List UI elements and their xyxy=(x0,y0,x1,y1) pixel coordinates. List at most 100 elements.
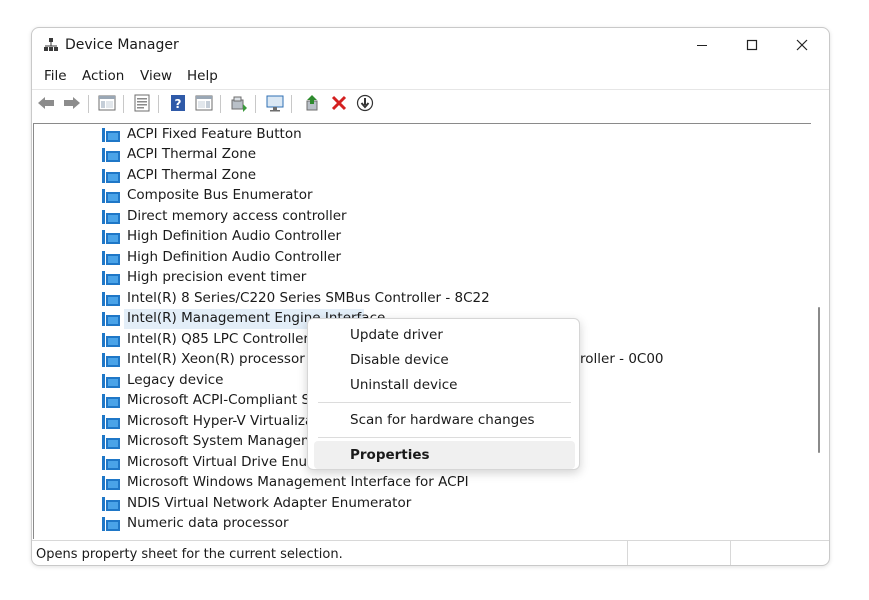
toolbar-separator xyxy=(220,95,221,113)
system-device-icon xyxy=(102,476,120,490)
menu-help[interactable]: Help xyxy=(187,68,218,84)
system-device-icon xyxy=(102,353,120,367)
tree-item-label: Microsoft ACPI-Compliant Sy xyxy=(127,392,319,408)
tree-item-label: NDIS Virtual Network Adapter Enumerator xyxy=(127,495,412,511)
status-text: Opens property sheet for the current sel… xyxy=(36,547,343,562)
menu-item-label: Scan for hardware changes xyxy=(350,412,535,428)
window-title: Device Manager xyxy=(65,37,179,53)
scan-hardware-menu-item[interactable]: Scan for hardware changes xyxy=(314,406,575,434)
toolbar-separator xyxy=(88,95,89,113)
close-icon xyxy=(796,39,808,51)
system-device-icon xyxy=(102,292,120,306)
tree-item-label: Numeric data processor xyxy=(127,515,289,531)
update-driver-icon xyxy=(231,96,247,112)
properties-button[interactable] xyxy=(133,94,151,112)
system-device-icon xyxy=(102,456,120,470)
uninstall-device-button[interactable] xyxy=(330,94,348,112)
tree-item[interactable]: High Definition Audio Controller xyxy=(34,248,811,268)
action-pane-icon xyxy=(195,95,213,111)
tree-item-label: ACPI Thermal Zone xyxy=(127,146,257,162)
scan-hardware-button[interactable] xyxy=(266,94,284,112)
tree-item[interactable]: ACPI Fixed Feature Button xyxy=(34,125,811,145)
scrollbar-thumb[interactable] xyxy=(818,307,820,453)
menu-file[interactable]: File xyxy=(44,68,67,84)
menu-item-label: Disable device xyxy=(350,352,449,368)
toolbar-separator xyxy=(255,95,256,113)
tree-item[interactable]: Microsoft Windows Management Interface f… xyxy=(34,473,811,493)
tree-item-label: Intel(R) 8 Series/C220 Series SMBus Cont… xyxy=(127,290,490,306)
forward-arrow-icon xyxy=(64,97,80,109)
tree-item-label: High precision event timer xyxy=(127,269,307,285)
status-divider xyxy=(627,541,628,565)
disable-device-button[interactable] xyxy=(356,94,374,112)
toolbar: ? xyxy=(32,89,829,118)
menu-separator xyxy=(318,437,571,438)
tree-item-label: ACPI Thermal Zone xyxy=(127,167,257,183)
tree-item[interactable]: Intel(R) 8 Series/C220 Series SMBus Cont… xyxy=(34,289,811,309)
tree-item-label: High Definition Audio Controller xyxy=(127,228,342,244)
system-device-icon xyxy=(102,230,120,244)
system-device-icon xyxy=(102,394,120,408)
back-arrow-icon xyxy=(38,97,54,109)
title-bar: Device Manager xyxy=(32,28,829,62)
scan-monitor-icon xyxy=(266,95,284,112)
tree-item-label: Direct memory access controller xyxy=(127,208,347,224)
forward-button[interactable] xyxy=(63,94,81,112)
tree-item[interactable]: High Definition Audio Controller xyxy=(34,227,811,247)
menu-view[interactable]: View xyxy=(140,68,172,84)
menu-item-label: Properties xyxy=(350,447,430,463)
tree-item-label: Microsoft Windows Management Interface f… xyxy=(127,474,469,490)
system-device-icon xyxy=(102,497,120,511)
help-button[interactable]: ? xyxy=(169,94,187,112)
system-device-icon xyxy=(102,210,120,224)
vertical-scrollbar[interactable] xyxy=(812,123,829,538)
tree-item-label: Composite Bus Enumerator xyxy=(127,187,313,203)
disable-device-icon xyxy=(356,94,374,112)
properties-sheet-icon xyxy=(134,94,150,112)
system-device-icon xyxy=(102,517,120,531)
tree-item[interactable]: NDIS Virtual Network Adapter Enumerator xyxy=(34,494,811,514)
show-hide-console-tree-button[interactable] xyxy=(98,94,116,112)
uninstall-x-icon xyxy=(331,95,347,111)
update-driver-button[interactable] xyxy=(230,94,248,112)
tree-item-label: Intel(R) Xeon(R) processor E3 - xyxy=(127,351,336,367)
minimize-icon xyxy=(697,45,707,46)
status-bar: Opens property sheet for the current sel… xyxy=(32,540,829,565)
close-button[interactable] xyxy=(777,28,827,62)
enable-device-button[interactable] xyxy=(304,94,322,112)
menu-action[interactable]: Action xyxy=(82,68,124,84)
enable-device-icon xyxy=(306,95,318,111)
status-divider xyxy=(730,541,731,565)
svg-text:?: ? xyxy=(175,97,182,111)
menu-bar: File Action View Help xyxy=(32,65,829,87)
tree-item[interactable]: Direct memory access controller xyxy=(34,207,811,227)
tree-item[interactable]: High precision event timer xyxy=(34,268,811,288)
toolbar-separator xyxy=(123,95,124,113)
system-device-icon xyxy=(102,435,120,449)
help-icon: ? xyxy=(171,95,185,111)
action-pane-button[interactable] xyxy=(195,94,213,112)
device-manager-icon xyxy=(44,38,58,51)
toolbar-separator xyxy=(291,95,292,113)
update-driver-menu-item[interactable]: Update driver xyxy=(314,321,575,349)
system-device-icon xyxy=(102,333,120,347)
system-device-icon xyxy=(102,251,120,265)
maximize-button[interactable] xyxy=(727,28,777,62)
tree-item-label: ACPI Fixed Feature Button xyxy=(127,126,302,142)
disable-device-menu-item[interactable]: Disable device xyxy=(314,346,575,374)
tree-item-label: Microsoft System Managemen xyxy=(127,433,331,449)
uninstall-device-menu-item[interactable]: Uninstall device xyxy=(314,371,575,399)
tree-item[interactable]: ACPI Thermal Zone xyxy=(34,166,811,186)
system-device-icon xyxy=(102,271,120,285)
menu-item-label: Update driver xyxy=(350,327,443,343)
system-device-icon xyxy=(102,169,120,183)
tree-item[interactable]: Numeric data processor xyxy=(34,514,811,534)
tree-item[interactable]: ACPI Thermal Zone xyxy=(34,145,811,165)
system-device-icon xyxy=(102,148,120,162)
maximize-icon xyxy=(746,39,758,51)
system-device-icon xyxy=(102,374,120,388)
minimize-button[interactable] xyxy=(677,28,727,62)
tree-item[interactable]: Composite Bus Enumerator xyxy=(34,186,811,206)
properties-menu-item[interactable]: Properties xyxy=(314,441,575,469)
back-button[interactable] xyxy=(37,94,55,112)
